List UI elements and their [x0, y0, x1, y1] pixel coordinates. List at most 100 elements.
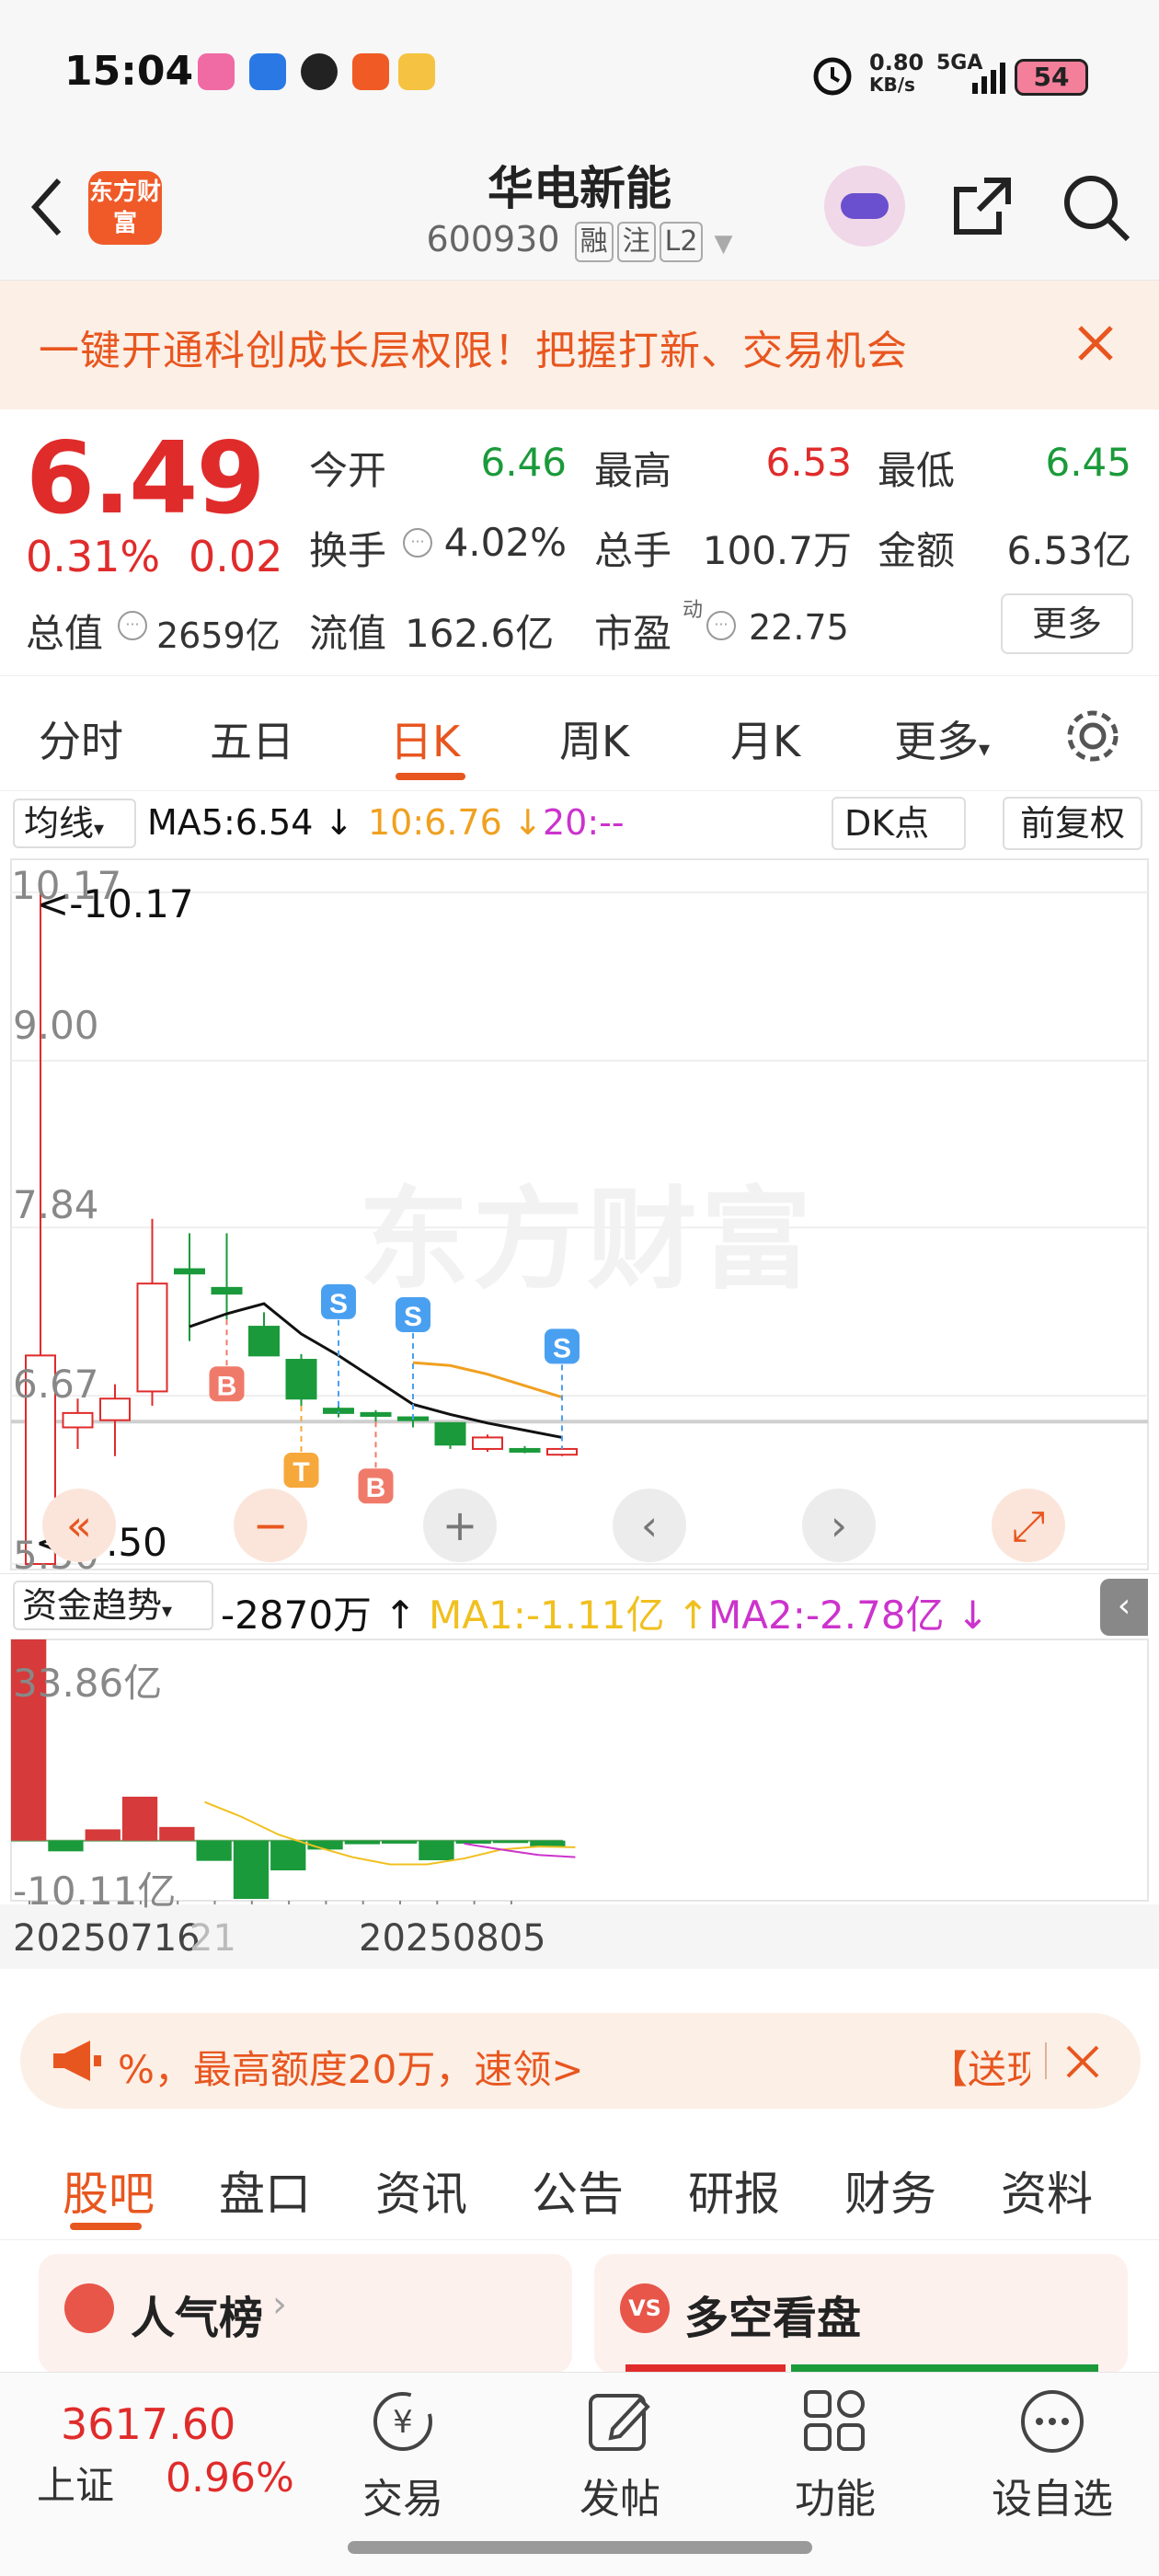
tab-research[interactable]: 研报: [688, 2157, 780, 2224]
scroll-left-button[interactable]: ‹: [613, 1489, 686, 1562]
tab-financials[interactable]: 财务: [844, 2157, 936, 2224]
scroll-right-button[interactable]: ›: [802, 1489, 876, 1562]
low-label: 最低: [878, 448, 956, 493]
collapse-panel-button[interactable]: ‹: [1100, 1579, 1148, 1636]
nav-post[interactable]: 发帖: [528, 2466, 712, 2524]
promo-right-text: 【送现: [929, 2047, 1030, 2092]
app-notification-icon: [352, 53, 389, 90]
candle: [472, 1436, 503, 1450]
pe-value: 22.75: [749, 607, 849, 648]
app-notification-icon: [398, 53, 435, 90]
fund-bar: [159, 1826, 195, 1841]
fullscreen-button[interactable]: ⤢: [992, 1489, 1065, 1562]
nav-add-watchlist[interactable]: 设自选: [960, 2466, 1144, 2524]
dk-point-selector[interactable]: DK点: [832, 797, 966, 850]
fund-bar: [530, 1840, 566, 1847]
tab-monthly-k[interactable]: 月K: [730, 708, 800, 769]
fund-bar: [233, 1840, 270, 1899]
chart-frame: [10, 1639, 1149, 1902]
svg-text:¥: ¥: [393, 2404, 413, 2441]
net-unit: KB/s: [869, 74, 915, 96]
signal-label: B: [217, 1371, 237, 1401]
candle: [360, 1411, 392, 1417]
battery-indicator: 54: [1015, 59, 1088, 96]
search-icon[interactable]: [1060, 171, 1133, 245]
share-icon[interactable]: [947, 171, 1017, 241]
close-icon[interactable]: [1063, 2042, 1102, 2081]
bear-ratio-bar: [791, 2364, 1098, 2372]
nav-trade[interactable]: 交易: [311, 2466, 495, 2524]
more-button[interactable]: 更多: [1001, 593, 1133, 654]
zoom-in-button[interactable]: +: [423, 1489, 497, 1562]
price-adjust-button[interactable]: 前复权: [1003, 797, 1142, 850]
signal-label: T: [293, 1457, 309, 1488]
trade-yuan-icon: ¥: [373, 2392, 432, 2451]
fund-ma1: MA1:-1.11亿 ↑: [429, 1593, 710, 1638]
megaphone-icon: [53, 2041, 101, 2081]
tab-intraday[interactable]: 分时: [39, 708, 123, 769]
tab-news[interactable]: 资讯: [375, 2157, 467, 2224]
tab-weekly-k[interactable]: 周K: [559, 708, 629, 769]
high-label: 最高: [594, 448, 672, 493]
ma-selector-label: 均线: [24, 803, 95, 844]
vs-icon: VS: [620, 2283, 670, 2333]
tab-daily-k[interactable]: 日K: [390, 708, 460, 769]
dropdown-caret-icon: ▾: [94, 818, 105, 841]
tab-profile[interactable]: 资料: [1001, 2157, 1093, 2224]
fund-bar: [344, 1840, 380, 1845]
zoom-out-button[interactable]: −: [234, 1489, 307, 1562]
fund-bar: [196, 1840, 232, 1861]
ma5-label: MA5:6.54: [147, 802, 314, 843]
candle: [174, 1268, 205, 1275]
info-icon[interactable]: ···: [118, 611, 147, 640]
fund-bar: [492, 1840, 529, 1844]
fund-selector-label: 资金趋势: [22, 1585, 163, 1626]
candle: [99, 1397, 131, 1421]
info-icon[interactable]: ···: [706, 611, 736, 640]
ma10-line: [412, 1361, 563, 1399]
chart-icon: [64, 2283, 114, 2333]
tab-announcements[interactable]: 公告: [532, 2157, 624, 2224]
candle: [434, 1421, 466, 1446]
bull-ratio-bar: [625, 2364, 786, 2372]
ma10-value: 10:6.76 ↓: [368, 802, 543, 843]
dropdown-caret-icon: ▼: [714, 230, 733, 258]
fund-selector[interactable]: 资金趋势▾: [13, 1581, 213, 1630]
amount-value: 6.53亿: [1006, 528, 1131, 573]
tab-stock-forum[interactable]: 股吧: [63, 2157, 155, 2224]
watermark: 东方财富: [359, 1177, 815, 1305]
fund-bar: [48, 1840, 84, 1852]
index-value[interactable]: 3617.60: [61, 2399, 235, 2449]
close-icon[interactable]: [1074, 322, 1117, 364]
fund-ma1-label: MA1:-1.11亿: [429, 1593, 665, 1638]
popularity-card[interactable]: [39, 2254, 572, 2374]
alarm-icon: [813, 57, 852, 96]
rewind-button[interactable]: «: [42, 1489, 116, 1562]
fund-ma2: MA2:-2.78亿 ↓: [708, 1593, 990, 1638]
high-value: 6.53: [765, 440, 852, 485]
tab-five-day[interactable]: 五日: [210, 708, 294, 769]
nav-functions[interactable]: 功能: [743, 2466, 927, 2524]
tab-order-book[interactable]: 盘口: [219, 2157, 311, 2224]
chevron-right-icon: ›: [272, 2283, 287, 2326]
signal-label: S: [553, 1333, 571, 1363]
info-icon[interactable]: ···: [403, 528, 432, 558]
stock-code: 600930: [426, 219, 560, 259]
settings-gear-icon[interactable]: [1061, 705, 1124, 767]
turnover-value: 4.02%: [443, 520, 567, 565]
max-price-label: <-10.17: [37, 881, 194, 926]
ma-selector[interactable]: 均线▾: [13, 799, 136, 848]
y-tick-label: 9.00: [13, 1003, 99, 1048]
open-label: 今开: [309, 448, 387, 493]
tab-more[interactable]: 更多▾: [894, 708, 990, 769]
ai-assistant-avatar[interactable]: [824, 166, 905, 247]
edit-post-icon: [589, 2394, 650, 2451]
amount-label: 金额: [878, 528, 956, 573]
fund-bar: [270, 1840, 306, 1870]
tag-registered: 注: [616, 221, 656, 262]
candle: [136, 1282, 168, 1393]
float-cap-label: 流值: [309, 611, 387, 656]
net-speed: 0.80: [869, 50, 924, 75]
candle: [546, 1447, 578, 1456]
fund-bar: [121, 1796, 158, 1841]
